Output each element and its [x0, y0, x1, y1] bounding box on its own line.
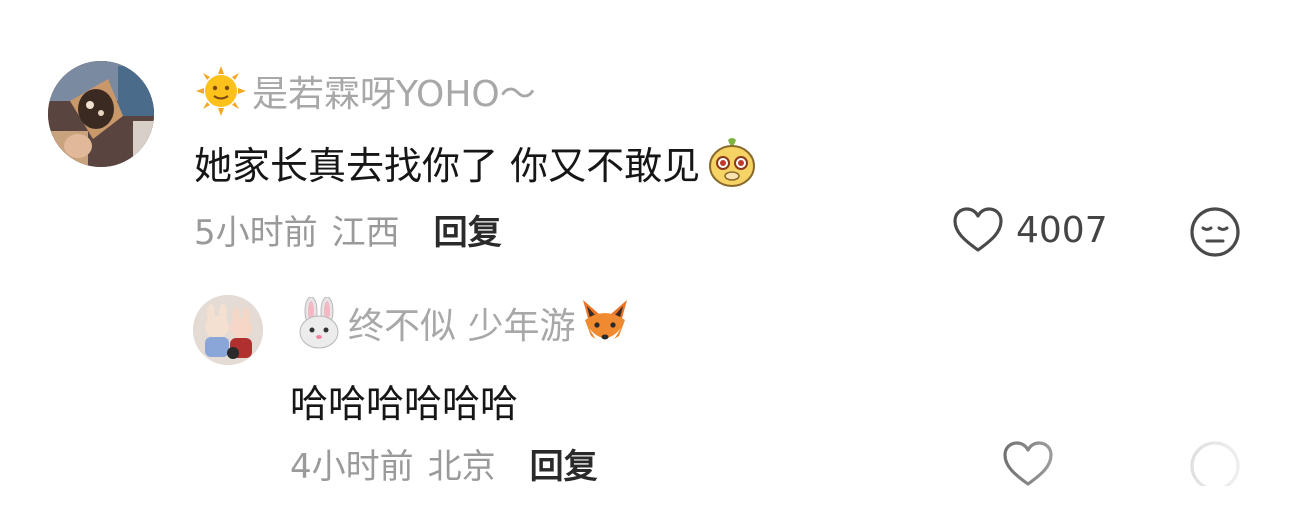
heart-icon	[952, 206, 1004, 254]
neutral-face-icon	[1189, 206, 1241, 258]
username[interactable]: 是若霖呀YOHO～	[252, 65, 536, 117]
reply-dislike-button[interactable]	[1189, 440, 1241, 491]
avatar[interactable]	[48, 61, 154, 167]
reply-button[interactable]: 回复	[434, 205, 502, 254]
avatar-image	[48, 61, 154, 167]
reply-time: 4小时前	[290, 446, 414, 487]
comment-location: 江西	[331, 212, 400, 253]
reply-reply-button[interactable]: 回复	[530, 439, 598, 488]
like-button[interactable]: 4007	[952, 204, 1108, 256]
comment-text: 她家长真去找你了 你又不敢见	[194, 143, 701, 188]
reply-like-button[interactable]	[1002, 440, 1054, 486]
like-count: 4007	[1016, 209, 1108, 251]
reply-meta-row: 4小时前 北京 回复	[290, 439, 598, 488]
reply-location: 北京	[427, 446, 496, 487]
comment-text-row: 她家长真去找你了 你又不敢见	[194, 134, 758, 190]
reply-text: 哈哈哈哈哈哈	[290, 381, 519, 426]
comment-meta-row: 5小时前 江西 回复	[194, 205, 502, 254]
reply-username[interactable]: 终不似 少年游	[348, 297, 575, 349]
dislike-button[interactable]	[1189, 206, 1241, 258]
rabbit-face-icon	[296, 296, 342, 349]
heart-icon	[1002, 440, 1054, 490]
username-row[interactable]: 是若霖呀YOHO～	[196, 64, 536, 118]
comment-time: 5小时前	[194, 212, 318, 253]
neutral-face-icon	[1189, 440, 1241, 491]
reply-item: 终不似 少年游 哈哈哈哈哈哈 4小时前 北京 回复	[0, 280, 1290, 511]
fox-face-icon	[579, 298, 631, 348]
comment-item: 是若霖呀YOHO～ 她家长真去找你了 你又不敢见 5小时前 江西 回复 4007	[0, 0, 1290, 270]
reply-username-row[interactable]: 终不似 少年游	[296, 296, 631, 350]
reply-avatar[interactable]	[193, 295, 263, 365]
sun-face-icon	[196, 66, 246, 116]
cute-face-sticker-icon	[706, 136, 758, 188]
reply-text-row: 哈哈哈哈哈哈	[290, 372, 518, 428]
reply-avatar-image	[193, 295, 263, 365]
